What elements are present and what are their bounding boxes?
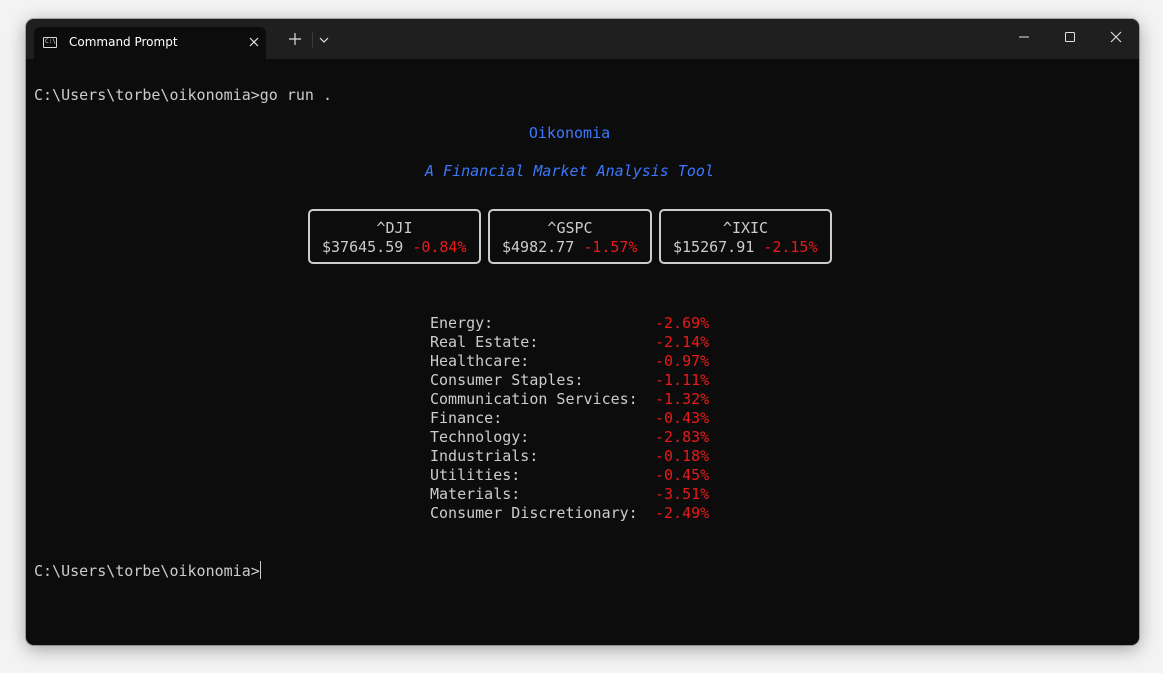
app-subtitle: A Financial Market Analysis Tool bbox=[425, 162, 714, 180]
sector-change: -2.49% bbox=[655, 504, 710, 522]
sector-name: Materials: bbox=[430, 485, 521, 503]
sector-change: -0.18% bbox=[655, 447, 710, 465]
prompt-line[interactable]: C:\Users\torbe\oikonomia> bbox=[34, 561, 261, 581]
sector-change: -2.69% bbox=[655, 314, 710, 332]
sector-name: Finance: bbox=[430, 409, 503, 427]
sector-change: -2.14% bbox=[655, 333, 710, 351]
close-icon[interactable] bbox=[1108, 29, 1124, 45]
sector-change: -0.45% bbox=[655, 466, 710, 484]
terminal-window: C:\ Command Prompt C:\Users\torbe\oikono… bbox=[26, 19, 1139, 645]
maximize-icon[interactable] bbox=[1062, 29, 1078, 45]
index-price: $15267.91 bbox=[673, 238, 755, 256]
prompt-text: C:\Users\torbe\oikonomia> bbox=[34, 562, 260, 580]
index-price: $37645.59 bbox=[322, 238, 404, 256]
index-values: $37645.59 -0.84% bbox=[322, 238, 467, 257]
index-change: -2.15% bbox=[763, 238, 818, 256]
sector-change: -3.51% bbox=[655, 485, 710, 503]
sector-name: Real Estate: bbox=[430, 333, 539, 351]
index-card-dji: ^DJI $37645.59 -0.84% bbox=[308, 209, 481, 264]
sector-name: Technology: bbox=[430, 428, 530, 446]
sector-name: Utilities: bbox=[430, 466, 521, 484]
index-card-ixic: ^IXIC $15267.91 -2.15% bbox=[659, 209, 832, 264]
index-card-gspc: ^GSPC $4982.77 -1.57% bbox=[488, 209, 652, 264]
index-change: -0.84% bbox=[412, 238, 467, 256]
new-tab-icon[interactable] bbox=[287, 31, 303, 47]
index-price: $4982.77 bbox=[502, 238, 575, 256]
sector-name: Industrials: bbox=[430, 447, 539, 465]
app-title: Oikonomia bbox=[528, 124, 611, 142]
close-tab-icon[interactable] bbox=[246, 34, 262, 50]
sector-name: Consumer Discretionary: bbox=[430, 504, 638, 522]
sector-change: -1.11% bbox=[655, 371, 710, 389]
sector-name: Consumer Staples: bbox=[430, 371, 584, 389]
terminal-output[interactable]: C:\Users\torbe\oikonomia>go run . Oikono… bbox=[26, 59, 1139, 645]
sector-name: Healthcare: bbox=[430, 352, 530, 370]
sector-change: -1.32% bbox=[655, 390, 710, 408]
tab-command-prompt[interactable]: C:\ Command Prompt bbox=[34, 27, 266, 59]
command-line: C:\Users\torbe\oikonomia>go run . bbox=[34, 86, 333, 104]
text-cursor bbox=[259, 561, 261, 579]
index-values: $15267.91 -2.15% bbox=[673, 238, 818, 257]
index-change: -1.57% bbox=[583, 238, 638, 256]
sector-name: Energy: bbox=[430, 314, 494, 332]
sector-change: -0.43% bbox=[655, 409, 710, 427]
terminal-icon: C:\ bbox=[43, 37, 57, 48]
index-symbol: ^DJI bbox=[376, 219, 413, 237]
minimize-icon[interactable] bbox=[1016, 29, 1032, 45]
index-values: $4982.77 -1.57% bbox=[502, 238, 637, 257]
sector-change: -0.97% bbox=[655, 352, 710, 370]
sector-name: Communication Services: bbox=[430, 390, 638, 408]
index-symbol: ^GSPC bbox=[547, 219, 593, 237]
tab-title: Command Prompt bbox=[69, 35, 178, 49]
title-bar[interactable]: C:\ Command Prompt bbox=[26, 19, 1139, 59]
chevron-down-icon[interactable] bbox=[317, 33, 331, 47]
tab-divider bbox=[312, 32, 313, 48]
index-symbol: ^IXIC bbox=[722, 219, 769, 237]
sector-change: -2.83% bbox=[655, 428, 710, 446]
